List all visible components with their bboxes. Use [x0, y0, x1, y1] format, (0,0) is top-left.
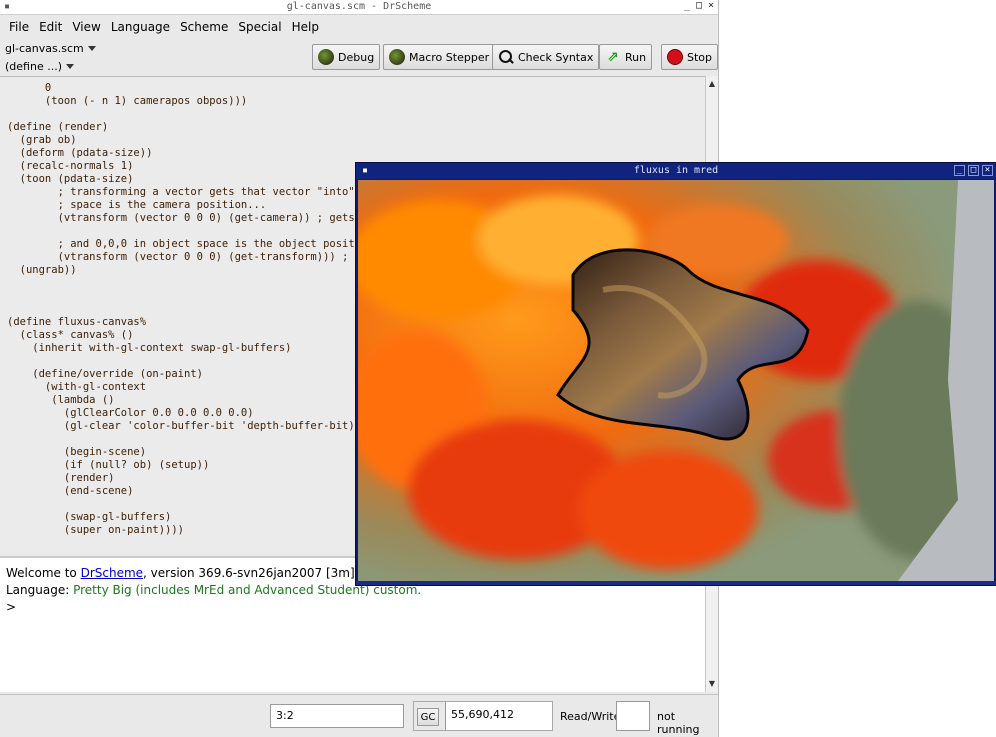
code-line: (define (render) — [7, 121, 109, 133]
macro-stepper-button[interactable]: Macro Stepper — [383, 44, 496, 70]
repl-prompt[interactable]: > — [6, 600, 700, 614]
welcome-prefix: Welcome to — [6, 566, 81, 580]
window-menu-icon[interactable]: ▪ — [362, 163, 368, 179]
debug-button[interactable]: Debug — [312, 44, 381, 70]
stop-button-label: Stop — [687, 50, 713, 64]
macro-stepper-button-label: Macro Stepper — [409, 50, 490, 64]
gl-scene — [358, 180, 994, 581]
drscheme-link[interactable]: DrScheme — [81, 566, 143, 580]
language-value: Pretty Big (includes MrEd and Advanced S… — [73, 583, 422, 597]
code-line: 0 — [7, 82, 52, 94]
memory-panel: GC 55,690,412 — [413, 701, 553, 731]
bug-icon — [318, 49, 334, 65]
maximize-icon[interactable]: □ — [968, 165, 979, 176]
fluxus-window-controls: _ □ × — [954, 165, 993, 176]
fluxus-footer — [356, 581, 996, 585]
define-selector[interactable]: (define ...) — [5, 60, 74, 73]
file-selector[interactable]: gl-canvas.scm — [5, 42, 96, 55]
read-write-status: Read/Write — [560, 710, 621, 723]
gc-button[interactable]: GC — [417, 708, 439, 726]
chevron-down-icon — [87, 46, 96, 51]
window-menu-icon[interactable]: ▪ — [4, 0, 10, 14]
fluxus-titlebar: ▪ fluxus in mred _ □ × — [356, 163, 996, 179]
file-selector-label: gl-canvas.scm — [5, 42, 84, 55]
menu-scheme[interactable]: Scheme — [175, 20, 233, 34]
gl-canvas[interactable] — [358, 180, 994, 581]
check-syntax-button[interactable]: Check Syntax — [492, 44, 600, 70]
language-line: Language: Pretty Big (includes MrEd and … — [6, 583, 700, 597]
maximize-icon[interactable]: □ — [694, 1, 704, 11]
code-line: (grab ob) — [7, 134, 77, 146]
welcome-suffix: , version 369.6-svn26jan2007 [3m]. — [143, 566, 359, 580]
language-prefix: Language: — [6, 583, 74, 597]
run-button[interactable]: ⇗ Run — [599, 44, 653, 70]
menu-special[interactable]: Special — [233, 20, 286, 34]
runner-icon: ⇗ — [607, 49, 619, 65]
code-line: (deform (pdata-size)) — [7, 147, 153, 159]
fluxus-title: fluxus in mred — [633, 165, 719, 176]
cursor-position: 3:2 — [270, 704, 404, 728]
chevron-down-icon — [66, 64, 74, 69]
status-bar: 3:2 GC 55,690,412 Read/Write not running — [0, 694, 718, 737]
memory-usage: 55,690,412 — [445, 702, 552, 730]
minimize-icon[interactable]: _ — [954, 165, 965, 176]
scroll-up-icon[interactable]: ▲ — [706, 78, 718, 90]
window-controls: _ □ × — [682, 1, 716, 11]
menu-view[interactable]: View — [67, 20, 105, 34]
toolbar: gl-canvas.scm (define ...) Debug Macro S… — [0, 42, 718, 74]
check-syntax-button-label: Check Syntax — [518, 50, 594, 64]
magnifier-icon — [498, 49, 514, 65]
debug-button-label: Debug — [338, 50, 375, 64]
menu-language[interactable]: Language — [106, 20, 175, 34]
minimize-icon[interactable]: _ — [682, 1, 692, 11]
drscheme-titlebar: ▪ gl-canvas.scm - DrScheme _ □ × — [0, 0, 718, 15]
menu-edit[interactable]: Edit — [34, 20, 67, 34]
close-icon[interactable]: × — [982, 165, 993, 176]
macro-stepper-icon — [389, 49, 405, 65]
close-icon[interactable]: × — [706, 1, 716, 11]
menu-file[interactable]: File — [4, 20, 34, 34]
menu-help[interactable]: Help — [287, 20, 324, 34]
run-button-label: Run — [625, 50, 647, 64]
window-title: gl-canvas.scm - DrScheme — [286, 1, 432, 12]
stop-icon — [667, 49, 683, 65]
running-status: not running — [657, 710, 700, 736]
code-line: (toon (- n 1) camerapos obpos))) — [7, 95, 248, 107]
menu-bar: File Edit View Language Scheme Special H… — [0, 15, 718, 39]
stop-button[interactable]: Stop — [661, 44, 718, 70]
define-selector-label: (define ...) — [5, 60, 62, 73]
read-write-indicator — [616, 701, 650, 731]
scroll-down-icon[interactable]: ▼ — [706, 678, 718, 690]
fluxus-window: ▪ fluxus in mred _ □ × — [356, 163, 996, 585]
